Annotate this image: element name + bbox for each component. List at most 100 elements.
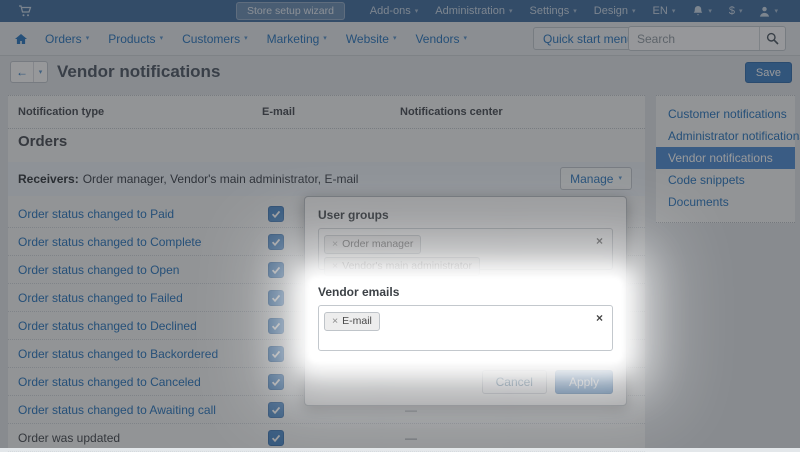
currency-label: $ (728, 5, 735, 17)
chevron-down-icon: ▾ (708, 7, 712, 15)
topbar: Store setup wizard Add-ons ▾ Administrati… (0, 0, 800, 22)
page-title: Vendor notifications (57, 62, 221, 81)
language-selector[interactable]: EN ▾ (653, 5, 676, 17)
home-icon[interactable] (14, 33, 28, 45)
column-notifications-center: Notifications center (400, 106, 503, 118)
tag-label: Vendor's main administrator (342, 260, 472, 272)
clear-all-icon[interactable]: × (596, 235, 603, 247)
email-checkbox[interactable] (268, 374, 284, 390)
remove-tag-icon[interactable]: × (332, 238, 338, 250)
section-title-orders: Orders (18, 133, 68, 150)
menu-design[interactable]: Design ▾ (594, 5, 636, 17)
nav-products[interactable]: Products ▾ (108, 32, 163, 46)
notifications-menu[interactable]: ▾ (692, 5, 712, 17)
notification-type-link[interactable]: Order status changed to Declined (18, 319, 197, 333)
receivers-label: Receivers: (18, 172, 79, 186)
table-header: Notification type E-mail Notifications c… (8, 96, 645, 129)
remove-tag-icon[interactable]: × (332, 260, 338, 272)
user-groups-label: User groups (318, 208, 389, 222)
notification-type-link[interactable]: Order status changed to Open (18, 263, 179, 277)
chevron-down-icon: ▾ (414, 7, 419, 15)
check-icon (271, 406, 281, 415)
vendor-emails-multiselect[interactable]: × E-mail × (318, 305, 613, 351)
nav-website[interactable]: Website ▾ (346, 32, 397, 46)
nav-items: Orders ▾ Products ▾ Customers ▾ Marketing ▾ … (45, 32, 467, 46)
back-button[interactable]: ← ▾ (10, 61, 48, 83)
receivers-bar: Receivers: Order manager, Vendor's main … (8, 162, 645, 196)
user-menu[interactable]: ▾ (759, 6, 778, 17)
language-label: EN (652, 5, 668, 17)
manage-button[interactable]: Manage ▾ (560, 167, 632, 190)
tag-email: × E-mail (324, 312, 380, 331)
sidebar-item-administrator-notifications[interactable]: Administrator notifications (656, 125, 800, 147)
nav-vendors[interactable]: Vendors ▾ (415, 32, 467, 46)
notification-type-link[interactable]: Order status changed to Complete (18, 235, 201, 249)
remove-tag-icon[interactable]: × (332, 315, 338, 327)
clear-all-icon[interactable]: × (596, 312, 603, 324)
storefront-cart-icon[interactable] (18, 5, 32, 17)
nav-marketing[interactable]: Marketing ▾ (267, 32, 327, 46)
apply-button[interactable]: Apply (554, 370, 613, 394)
check-icon (271, 266, 281, 275)
cancel-button[interactable]: Cancel (481, 370, 547, 394)
save-button[interactable]: Save (744, 62, 792, 83)
chevron-down-icon: ▾ (508, 7, 513, 15)
user-groups-multiselect[interactable]: × Order manager × Vendor's main administra… (318, 228, 613, 276)
notification-type-link[interactable]: Order status changed to Backordered (18, 347, 218, 361)
menu-addons[interactable]: Add-ons ▾ (370, 5, 419, 17)
receivers-value: Order manager, Vendor's main administrat… (82, 172, 359, 186)
column-email: E-mail (262, 106, 296, 118)
sidebar-item-vendor-notifications[interactable]: Vendor notifications (656, 147, 795, 169)
sidebar-item-customer-notifications[interactable]: Customer notifications (656, 103, 795, 125)
back-arrow-icon[interactable]: ← (11, 62, 34, 82)
manage-label: Manage (570, 171, 614, 186)
chevron-down-icon[interactable]: ▾ (34, 62, 47, 82)
chevron-down-icon: ▾ (463, 35, 468, 42)
email-checkbox[interactable] (268, 430, 284, 446)
settings-sidebar: Customer notifications Administrator not… (656, 95, 800, 223)
nav-orders[interactable]: Orders ▾ (45, 32, 89, 46)
notification-type-link[interactable]: Order status changed to Failed (18, 291, 183, 305)
quick-start-menu-label: Quick start menu (543, 31, 634, 46)
check-icon (271, 238, 281, 247)
menu-settings-label: Settings (529, 5, 570, 17)
email-checkbox[interactable] (268, 206, 284, 222)
email-checkbox[interactable] (268, 346, 284, 362)
email-checkbox[interactable] (268, 402, 284, 418)
admin-screen: Store setup wizard Add-ons ▾ Administrati… (0, 0, 800, 452)
search-icon[interactable] (759, 27, 785, 50)
page-header: ← ▾ Vendor notifications Save (0, 56, 800, 95)
check-icon (271, 350, 281, 359)
nav-website-label: Website (345, 31, 389, 46)
email-checkbox[interactable] (268, 234, 284, 250)
nav-vendors-label: Vendors (415, 31, 460, 46)
search-input[interactable] (629, 27, 759, 50)
notification-type-link[interactable]: Order status changed to Awaiting call (18, 403, 216, 417)
chevron-down-icon: ▾ (392, 35, 397, 42)
sidebar-item-documents[interactable]: Documents (656, 191, 795, 213)
email-checkbox[interactable] (268, 290, 284, 306)
chevron-down-icon: ▾ (323, 35, 327, 42)
store-setup-wizard-button[interactable]: Store setup wizard (236, 2, 345, 20)
check-icon (271, 210, 281, 219)
column-notification-type: Notification type (18, 106, 105, 118)
notification-type-link[interactable]: Order status changed to Paid (18, 207, 174, 221)
tag-order-manager: × Order manager (324, 235, 422, 254)
check-icon (271, 434, 281, 443)
check-icon (271, 322, 281, 331)
chevron-down-icon: ▾ (159, 35, 164, 42)
nav-customers[interactable]: Customers ▾ (182, 32, 248, 46)
notification-type-link[interactable]: Order status changed to Canceled (18, 375, 201, 389)
email-checkbox[interactable] (268, 262, 284, 278)
main-navbar: Orders ▾ Products ▾ Customers ▾ Marketing ▾ … (0, 22, 800, 56)
menu-settings[interactable]: Settings ▾ (530, 5, 577, 17)
sidebar-item-code-snippets[interactable]: Code snippets (656, 169, 795, 191)
chevron-down-icon: ▾ (738, 7, 743, 15)
menu-administration[interactable]: Administration ▾ (435, 5, 512, 17)
currency-selector[interactable]: $ ▾ (729, 5, 743, 17)
search-box (628, 26, 786, 51)
nav-marketing-label: Marketing (266, 31, 320, 46)
tag-vendors-main-administrator: × Vendor's main administrator (324, 257, 480, 276)
chevron-down-icon: ▾ (671, 7, 676, 15)
email-checkbox[interactable] (268, 318, 284, 334)
